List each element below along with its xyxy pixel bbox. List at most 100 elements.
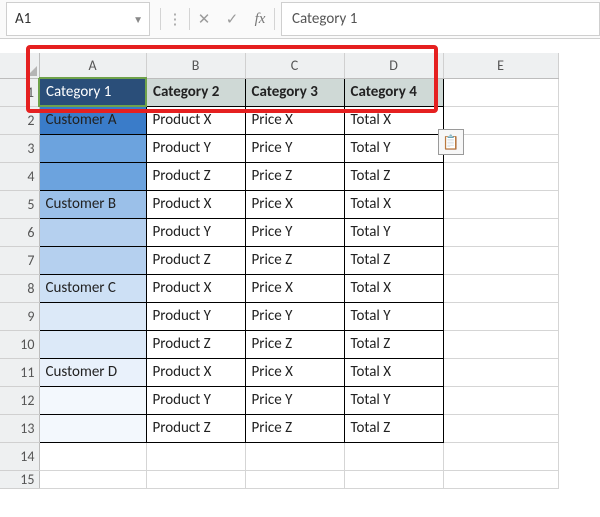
cell-C14[interactable] [245, 442, 344, 470]
cell-B3[interactable]: Product Y [146, 134, 245, 162]
col-header-E[interactable]: E [443, 53, 558, 78]
cancel-icon[interactable]: ✕ [190, 10, 218, 29]
cell-A3[interactable] [39, 134, 146, 162]
cell-B13[interactable]: Product Z [146, 414, 245, 442]
cell-D4[interactable]: Total Z [344, 162, 443, 190]
row-header-7[interactable]: 7 [0, 246, 39, 274]
cell-D14[interactable] [344, 442, 443, 470]
cell-D12[interactable]: Total Y [344, 386, 443, 414]
cell-D7[interactable]: Total Z [344, 246, 443, 274]
cell-D1[interactable]: Category 4 [344, 78, 443, 106]
cell-C10[interactable]: Price Z [245, 330, 344, 358]
cell-D6[interactable]: Total Y [344, 218, 443, 246]
cell-A8[interactable]: Customer C [39, 274, 146, 302]
cell-D8[interactable]: Total X [344, 274, 443, 302]
cell-D3[interactable]: Total Y [344, 134, 443, 162]
col-header-B[interactable]: B [146, 53, 245, 78]
cell-D15[interactable] [344, 470, 443, 488]
cell-D13[interactable]: Total Z [344, 414, 443, 442]
cell-B6[interactable]: Product Y [146, 218, 245, 246]
cell-E15[interactable] [443, 470, 558, 488]
row-header-10[interactable]: 10 [0, 330, 39, 358]
cell-C1[interactable]: Category 3 [245, 78, 344, 106]
row-header-4[interactable]: 4 [0, 162, 39, 190]
cell-C4[interactable]: Price Z [245, 162, 344, 190]
row-header-11[interactable]: 11 [0, 358, 39, 386]
cell-C7[interactable]: Price Z [245, 246, 344, 274]
cell-A9[interactable] [39, 302, 146, 330]
row-header-15[interactable]: 15 [0, 470, 39, 488]
cell-A4[interactable] [39, 162, 146, 190]
cell-E14[interactable] [443, 442, 558, 470]
cell-C6[interactable]: Price Y [245, 218, 344, 246]
row-header-13[interactable]: 13 [0, 414, 39, 442]
cell-A1[interactable]: Category 1 [39, 78, 146, 106]
row-header-8[interactable]: 8 [0, 274, 39, 302]
cell-B9[interactable]: Product Y [146, 302, 245, 330]
cell-C2[interactable]: Price X [245, 106, 344, 134]
cell-A10[interactable] [39, 330, 146, 358]
cell-C15[interactable] [245, 470, 344, 488]
cell-E9[interactable] [443, 302, 558, 330]
cell-C8[interactable]: Price X [245, 274, 344, 302]
cell-B1[interactable]: Category 2 [146, 78, 245, 106]
cell-E6[interactable] [443, 218, 558, 246]
cell-B8[interactable]: Product X [146, 274, 245, 302]
cell-C3[interactable]: Price Y [245, 134, 344, 162]
cell-C13[interactable]: Price Z [245, 414, 344, 442]
row-header-9[interactable]: 9 [0, 302, 39, 330]
row-header-3[interactable]: 3 [0, 134, 39, 162]
col-header-D[interactable]: D [344, 53, 443, 78]
cell-A7[interactable] [39, 246, 146, 274]
cell-A13[interactable] [39, 414, 146, 442]
cell-B5[interactable]: Product X [146, 190, 245, 218]
cell-A14[interactable] [39, 442, 146, 470]
spreadsheet-grid[interactable]: A B C D E 1 Category 1 Category 2 Catego… [0, 53, 559, 489]
col-header-C[interactable]: C [245, 53, 344, 78]
cell-C5[interactable]: Price X [245, 190, 344, 218]
cell-C12[interactable]: Price Y [245, 386, 344, 414]
row-header-1[interactable]: 1 [0, 78, 39, 106]
cell-A15[interactable] [39, 470, 146, 488]
cell-A11[interactable]: Customer D [39, 358, 146, 386]
cell-E8[interactable] [443, 274, 558, 302]
cell-A6[interactable] [39, 218, 146, 246]
cell-D9[interactable]: Total Y [344, 302, 443, 330]
cell-B15[interactable] [146, 470, 245, 488]
cell-D5[interactable]: Total X [344, 190, 443, 218]
cell-A12[interactable] [39, 386, 146, 414]
cell-B7[interactable]: Product Z [146, 246, 245, 274]
row-header-5[interactable]: 5 [0, 190, 39, 218]
row-header-2[interactable]: 2 [0, 106, 39, 134]
cell-E13[interactable] [443, 414, 558, 442]
select-all-corner[interactable] [0, 53, 39, 78]
cell-E11[interactable] [443, 358, 558, 386]
more-icon[interactable]: ⋮ [161, 10, 189, 29]
cell-E7[interactable] [443, 246, 558, 274]
cell-B12[interactable]: Product Y [146, 386, 245, 414]
cell-B2[interactable]: Product X [146, 106, 245, 134]
cell-D11[interactable]: Total X [344, 358, 443, 386]
cell-E5[interactable] [443, 190, 558, 218]
row-header-14[interactable]: 14 [0, 442, 39, 470]
row-header-6[interactable]: 6 [0, 218, 39, 246]
cell-A5[interactable]: Customer B [39, 190, 146, 218]
formula-input[interactable]: Category 1 [281, 2, 600, 36]
cell-B11[interactable]: Product X [146, 358, 245, 386]
cell-B14[interactable] [146, 442, 245, 470]
col-header-A[interactable]: A [39, 53, 146, 78]
cell-C9[interactable]: Price Y [245, 302, 344, 330]
fx-icon[interactable]: fx [246, 11, 274, 28]
paste-options-icon[interactable]: 📋 [438, 129, 464, 155]
cell-D10[interactable]: Total Z [344, 330, 443, 358]
name-box[interactable]: A1 ▼ [6, 2, 150, 36]
cell-E1[interactable] [443, 78, 558, 106]
cell-E10[interactable] [443, 330, 558, 358]
confirm-icon[interactable]: ✓ [218, 10, 246, 29]
cell-A2[interactable]: Customer A [39, 106, 146, 134]
row-header-12[interactable]: 12 [0, 386, 39, 414]
cell-E12[interactable] [443, 386, 558, 414]
cell-E4[interactable] [443, 162, 558, 190]
cell-C11[interactable]: Price X [245, 358, 344, 386]
cell-B4[interactable]: Product Z [146, 162, 245, 190]
